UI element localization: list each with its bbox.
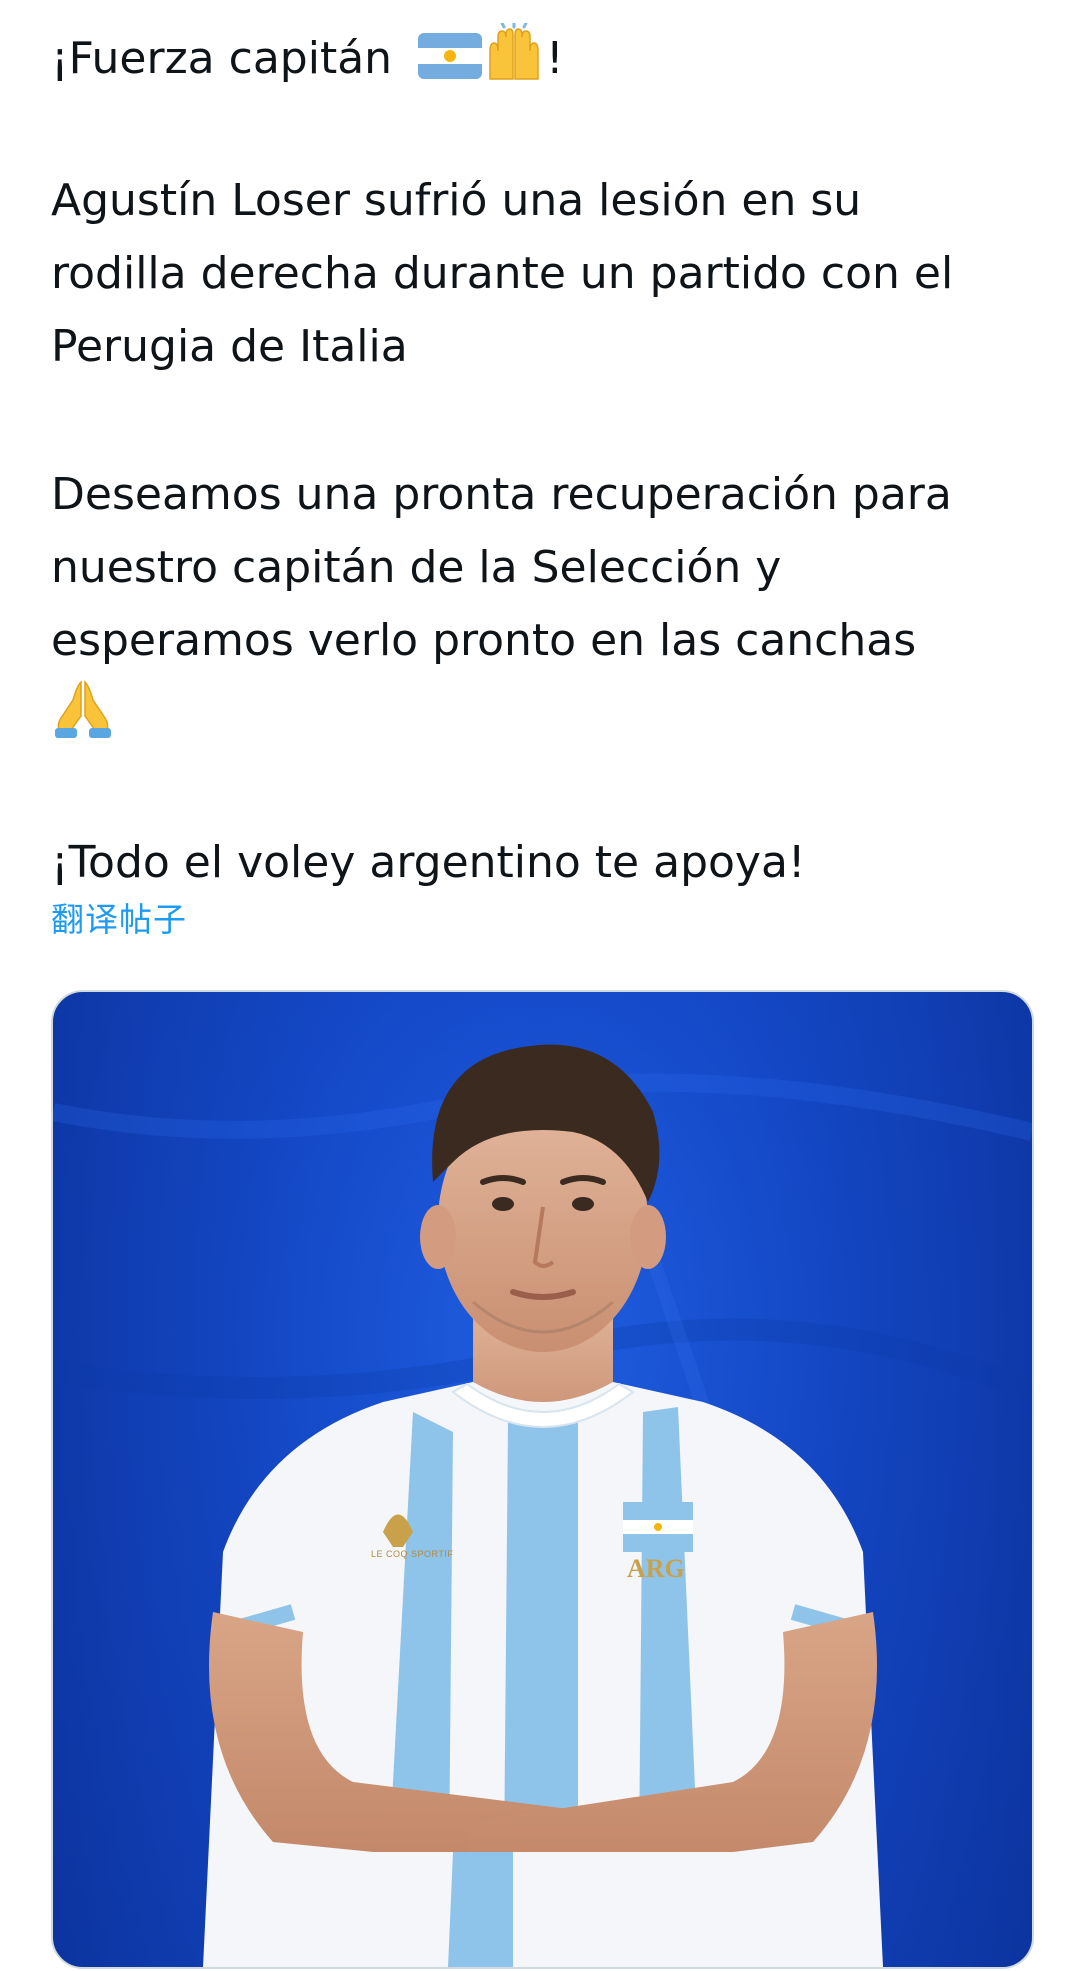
jersey-brand-text: LE COQ SPORTIF <box>371 1549 454 1559</box>
raising-hands-icon <box>482 21 546 83</box>
argentina-flag-icon <box>418 33 483 79</box>
translate-post-link[interactable]: 翻译帖子 <box>51 898 187 942</box>
tweet-text-para4: ¡Todo el voley argentino te apoya! <box>51 837 806 888</box>
tweet-text-para2: Agustín Loser sufrió una lesión en su ro… <box>51 175 954 372</box>
tweet-text-line1: ¡Fuerza capitán ! <box>51 21 564 95</box>
jersey-country-text: ARG <box>627 1554 685 1583</box>
player-photo <box>53 992 1032 1967</box>
tweet-text-line1-text: ¡Fuerza capitán <box>51 33 407 84</box>
folded-hands-icon <box>51 678 115 738</box>
tweet-text-line1-end: ! <box>546 33 564 84</box>
tweet-text-para3: Deseamos una pronta recuperación para nu… <box>51 469 952 666</box>
folded-hands-wrap <box>51 678 115 738</box>
tweet-media-image[interactable]: LE COQ SPORTIF ARG <box>51 990 1034 1969</box>
